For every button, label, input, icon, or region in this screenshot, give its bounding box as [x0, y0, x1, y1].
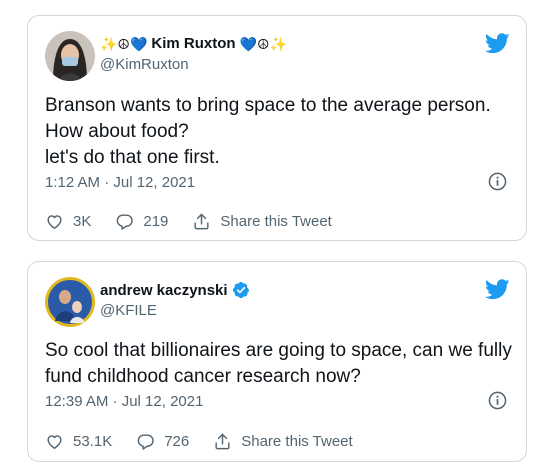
avatar[interactable]: [45, 31, 95, 81]
tweet-text: Branson wants to bring space to the aver…: [45, 95, 491, 168]
display-name[interactable]: Kim Ruxton: [151, 35, 235, 52]
share-label: Share this Tweet: [220, 213, 332, 230]
twitter-bird-icon[interactable]: [485, 33, 510, 54]
heart-icon: [47, 435, 62, 449]
info-icon[interactable]: [488, 172, 507, 191]
tweet-actions: 3K 219 Share this Tweet: [45, 212, 356, 231]
share-button[interactable]: Share this Tweet: [192, 212, 332, 231]
name-prefix-emoji: ✨☮💙: [100, 35, 148, 52]
share-button[interactable]: Share this Tweet: [213, 432, 353, 451]
tweet-text: So cool that billionaires are going to s…: [45, 340, 512, 387]
like-button[interactable]: 3K: [45, 212, 91, 231]
avatar[interactable]: [45, 277, 95, 327]
reply-icon: [137, 434, 154, 450]
tweet-actions: 53.1K 726 Share this Tweet: [45, 432, 377, 451]
verified-badge-icon: [232, 281, 249, 299]
avatar-image: [45, 277, 95, 327]
like-count: 3K: [73, 213, 92, 230]
author-name-row[interactable]: andrew kaczynski: [100, 281, 250, 299]
reply-count: 219: [143, 213, 169, 230]
name-suffix-emoji: 💙☮✨: [239, 35, 288, 52]
tweet-card[interactable]: ✨☮💙 Kim Ruxton 💙☮✨ @KimRuxton Branson wa…: [27, 15, 527, 241]
share-label: Share this Tweet: [241, 433, 353, 450]
twitter-bird-icon[interactable]: [485, 279, 510, 300]
share-icon: [194, 213, 209, 230]
author-name-row[interactable]: ✨☮💙 Kim Ruxton 💙☮✨: [100, 35, 287, 52]
reply-count: 726: [164, 433, 190, 450]
avatar-image: [45, 31, 95, 81]
reply-button[interactable]: 726: [136, 432, 189, 451]
display-name[interactable]: andrew kaczynski: [100, 282, 228, 299]
like-count: 53.1K: [73, 433, 113, 450]
share-icon: [215, 433, 230, 450]
reply-button[interactable]: 219: [115, 212, 168, 231]
user-handle[interactable]: @KFILE: [100, 302, 157, 319]
tweet-timestamp[interactable]: 12:39 AM · Jul 12, 2021: [45, 393, 203, 410]
reply-icon: [117, 214, 134, 230]
heart-icon: [47, 215, 62, 229]
tweet-card[interactable]: andrew kaczynski @KFILE So cool that bil…: [27, 261, 527, 462]
like-button[interactable]: 53.1K: [45, 432, 112, 451]
info-icon[interactable]: [488, 391, 507, 410]
user-handle[interactable]: @KimRuxton: [100, 56, 189, 73]
tweet-timestamp[interactable]: 1:12 AM · Jul 12, 2021: [45, 174, 195, 191]
